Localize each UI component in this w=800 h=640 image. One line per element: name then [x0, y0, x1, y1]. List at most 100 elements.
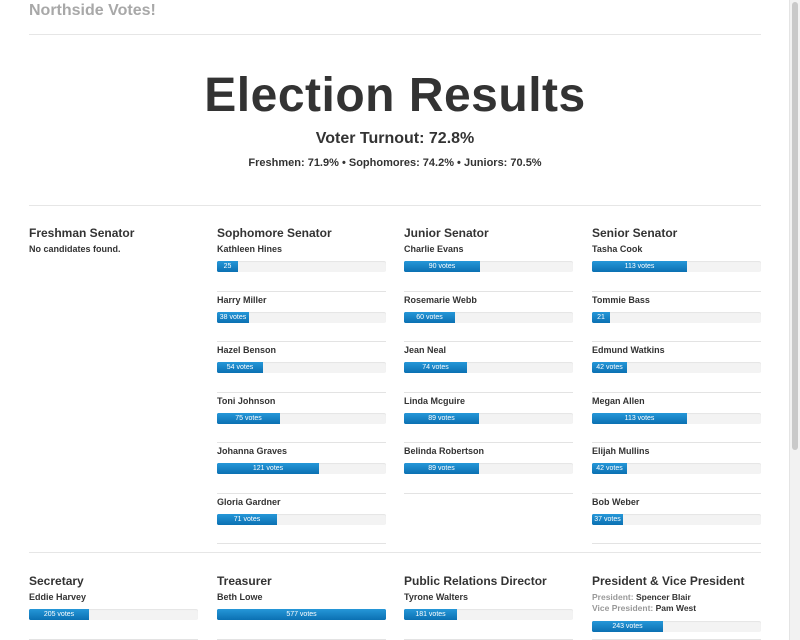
candidate-item: President: Spencer Blair Vice President: … [592, 589, 761, 640]
candidate-item: Elijah Mullins 42 votes [592, 443, 761, 494]
vote-bar-fill: 89 votes [404, 463, 479, 474]
section-president-vice-president: President & Vice President President: Spe… [592, 573, 761, 640]
section-senior-senator: Senior Senator Tasha Cook 113 votes Tommie … [592, 225, 761, 544]
candidate-name: Toni Johnson [217, 395, 276, 406]
candidate-item: Bob Weber 37 votes [592, 494, 761, 544]
president-label: President: [592, 592, 634, 602]
vote-progress-bar: 21 [592, 311, 761, 323]
section-title: Freshman Senator [29, 226, 135, 240]
vote-bar-fill: 89 votes [404, 412, 479, 424]
candidate-divider [592, 543, 761, 544]
candidate-item: Hazel Benson 54 votes [217, 342, 386, 393]
candidate-name: Charlie Evans [404, 244, 464, 254]
vote-progress-bar: 113 votes [592, 261, 761, 272]
page-title: Election Results [204, 69, 586, 122]
candidate-name: Tyrone Walters [404, 592, 469, 602]
section-title: Senior Senator [592, 226, 678, 240]
vote-progress-bar: 181 votes [404, 609, 573, 620]
candidate-divider [217, 543, 386, 544]
vote-progress-bar: 42 votes [592, 463, 761, 474]
vote-bar-fill: 205 votes [29, 609, 89, 620]
candidate-item: Harry Miller 38 votes [217, 292, 386, 342]
candidate-divider [404, 638, 573, 640]
vote-progress-bar: 42 votes [592, 362, 761, 373]
candidate-name: Hazel Benson [217, 345, 277, 355]
section-sophomore-senator: Sophomore Senator Kathleen Hines 25 Harry M… [217, 225, 386, 544]
vote-progress-bar: 90 votes [404, 261, 573, 272]
candidate-item: Linda Mcguire 89 votes [404, 393, 573, 443]
candidate-item: Rosemarie Webb 60 votes [404, 292, 573, 342]
candidate-name: Beth Lowe [217, 592, 263, 602]
candidate-name: Tasha Cook [592, 244, 643, 254]
vote-progress-bar: 205 votes [29, 609, 198, 620]
vote-bar-fill: 181 votes [404, 609, 457, 620]
vote-bar-fill: 60 votes [404, 311, 455, 323]
president-name: Spencer Blair [635, 592, 691, 602]
page-scrollbar[interactable] [789, 0, 800, 640]
candidate-item: Jean Neal 74 votes [404, 342, 573, 393]
vote-progress-bar: 60 votes [404, 311, 573, 323]
candidate-name: Bob Weber [592, 496, 640, 507]
section-junior-senator: Junior Senator Charlie Evans 90 votes Rosem… [404, 225, 573, 494]
vote-bar-fill: 21 [592, 311, 610, 323]
candidate-item: Belinda Robertson 89 votes [404, 443, 573, 494]
vice-president-name: Pam West [655, 603, 697, 613]
vote-bar-fill: 25 [217, 261, 238, 272]
candidate-item: Tasha Cook 113 votes [592, 241, 761, 292]
candidate-item: Megan Allen 113 votes [592, 393, 761, 443]
hero-divider [29, 205, 761, 206]
brand-link[interactable]: Northside Votes! [29, 2, 156, 20]
vote-bar-fill: 113 votes [592, 261, 687, 272]
vote-progress-bar: 25 [217, 261, 386, 272]
section-title: Sophomore Senator [217, 226, 332, 240]
no-candidates-text: No candidates found. [29, 244, 121, 254]
vote-bar-fill: 75 votes [217, 412, 280, 424]
section-treasurer: Treasurer Beth Lowe 577 votes [217, 573, 386, 640]
vote-progress-bar: 89 votes [404, 463, 573, 474]
candidate-item: Beth Lowe 577 votes [217, 589, 386, 640]
candidate-name: Johanna Graves [217, 446, 288, 456]
candidate-item: Toni Johnson 75 votes [217, 393, 386, 443]
candidate-divider [217, 638, 386, 640]
vote-progress-bar: 54 votes [217, 362, 386, 373]
vote-bar-fill: 71 votes [217, 513, 277, 525]
vote-progress-bar: 71 votes [217, 513, 386, 525]
candidate-divider [404, 492, 573, 494]
section-title: President & Vice President [592, 574, 745, 588]
candidate-name: Eddie Harvey [29, 592, 87, 602]
candidate-name: Gloria Gardner [217, 496, 281, 507]
candidate-item: Charlie Evans 90 votes [404, 241, 573, 292]
vote-progress-bar: 121 votes [217, 463, 386, 474]
ticket-names: President: Spencer Blair Vice President: … [592, 592, 696, 614]
candidate-item: Gloria Gardner 71 votes [217, 494, 386, 544]
vote-bar-fill: 90 votes [404, 261, 480, 272]
vote-progress-bar: 89 votes [404, 412, 573, 424]
vote-bar-fill: 121 votes [217, 463, 319, 474]
hero-section: Election Results Voter Turnout: 72.8% Fr… [29, 68, 761, 170]
section-divider [29, 552, 761, 553]
candidate-divider [29, 638, 198, 640]
section-title: Public Relations Director [404, 574, 547, 588]
vote-progress-bar: 577 votes [217, 609, 386, 620]
section-title: Junior Senator [404, 226, 489, 240]
candidate-name: Elijah Mullins [592, 446, 650, 456]
vote-bar-fill: 54 votes [217, 362, 263, 373]
vote-bar-fill: 74 votes [404, 362, 467, 373]
candidate-name: Jean Neal [404, 345, 447, 355]
candidate-divider [592, 638, 761, 640]
scrollbar-thumb[interactable] [792, 2, 798, 450]
candidate-item: Tommie Bass 21 [592, 292, 761, 342]
candidate-name: Harry Miller [217, 294, 267, 305]
vote-progress-bar: 37 votes [592, 513, 761, 525]
candidate-name: Edmund Watkins [592, 345, 665, 355]
vote-bar-fill: 42 votes [592, 362, 627, 373]
vote-progress-bar: 38 votes [217, 311, 386, 323]
section-public-relations-director: Public Relations Director Tyrone Walters 1… [404, 573, 573, 640]
candidate-item: Eddie Harvey 205 votes [29, 589, 198, 640]
candidate-item: Tyrone Walters 181 votes [404, 589, 573, 640]
voter-turnout: Voter Turnout: 72.8% [315, 130, 475, 147]
header-divider [29, 34, 761, 35]
vote-bar-fill: 577 votes [217, 609, 386, 620]
vote-progress-bar: 113 votes [592, 412, 761, 424]
candidate-name: Megan Allen [592, 395, 645, 406]
